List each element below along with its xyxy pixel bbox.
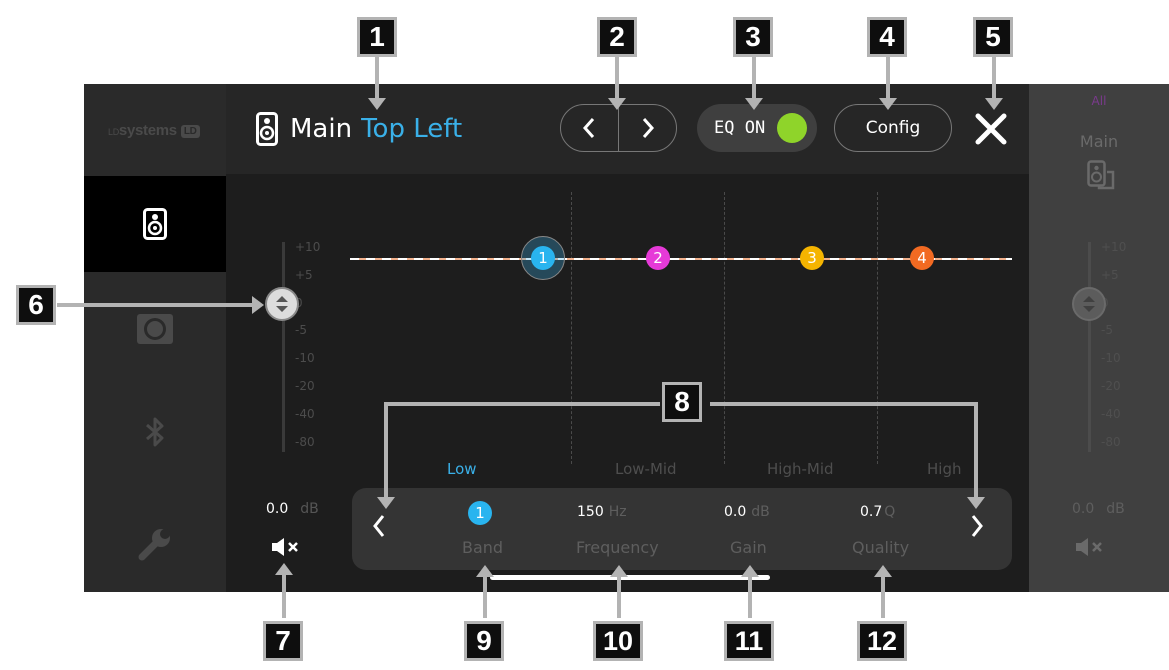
callout-5-arrowhead <box>985 98 1003 110</box>
callout-12: 12 <box>857 621 907 661</box>
callout-7-arrowhead <box>275 563 293 575</box>
leader-arrowheads <box>252 98 1003 577</box>
callout-9: 9 <box>464 621 504 661</box>
callout-4: 4 <box>867 17 907 57</box>
callout-6-arrowhead <box>252 296 264 314</box>
callout-1-arrowhead <box>368 98 386 110</box>
callout-5: 5 <box>973 17 1013 57</box>
callout-10-arrowhead <box>610 565 628 577</box>
callout-1: 1 <box>357 17 397 57</box>
callout-12-arrowhead <box>874 565 892 577</box>
callout-3: 3 <box>733 17 773 57</box>
callout-8-arrowhead-right <box>967 497 985 509</box>
callout-9-arrowhead <box>476 565 494 577</box>
callout-8-arrowhead-left <box>377 497 395 509</box>
callout-10: 10 <box>593 621 643 661</box>
callout-6: 6 <box>16 285 56 325</box>
callout-7: 7 <box>263 621 303 661</box>
callout-11-arrowhead <box>741 565 759 577</box>
callout-2-arrowhead <box>608 98 626 110</box>
callout-3-arrowhead <box>745 98 763 110</box>
callout-2: 2 <box>597 17 637 57</box>
callout-4-arrowhead <box>879 98 897 110</box>
callout-11: 11 <box>724 621 774 661</box>
callout-8: 8 <box>662 382 702 422</box>
